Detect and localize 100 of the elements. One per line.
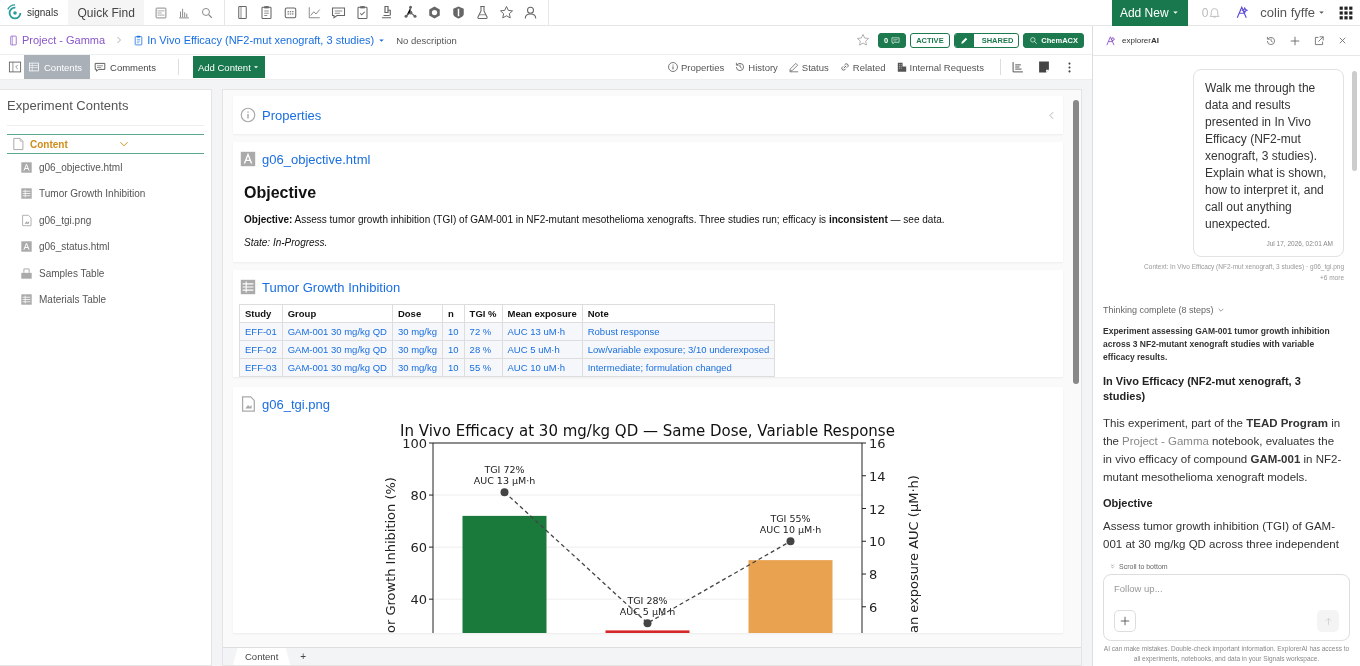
- add-content-button[interactable]: Add Content: [192, 56, 265, 78]
- notebook-link[interactable]: Project - Gamma: [1122, 435, 1209, 447]
- toolbar-action[interactable]: Properties: [666, 61, 725, 73]
- experiment-icon: [133, 34, 145, 46]
- user-menu[interactable]: colin fyffe: [1256, 5, 1330, 20]
- apps-grid-icon[interactable]: [1338, 4, 1354, 21]
- scrollbar-thumb[interactable]: [1352, 71, 1357, 171]
- column-header: Dose: [392, 304, 443, 323]
- search-icon: [1029, 35, 1039, 45]
- thinking-toggle[interactable]: Thinking complete (8 steps): [1103, 305, 1344, 315]
- scrollbar-thumb[interactable]: [1073, 100, 1079, 384]
- data-point: [643, 619, 652, 628]
- sidebar-item[interactable]: Materials Table: [7, 286, 204, 313]
- axis-tick-label: 6: [869, 599, 878, 615]
- list-icon[interactable]: [1011, 60, 1025, 74]
- clipboard-icon[interactable]: [259, 5, 275, 20]
- sidebar-item[interactable]: g06_objective.html: [7, 154, 204, 181]
- ai-icon[interactable]: [1235, 5, 1251, 20]
- info-icon: [239, 106, 257, 124]
- add-tab-button[interactable]: +: [296, 648, 311, 665]
- ai-logo-icon: [1105, 34, 1117, 47]
- plus-icon[interactable]: [1289, 34, 1301, 47]
- pen-icon: [787, 61, 800, 73]
- document-icon: [11, 137, 25, 151]
- data-label: TGI 28% AUC 5 µM·h: [619, 595, 676, 618]
- data-point: [786, 537, 795, 546]
- image-file-icon: [20, 213, 33, 227]
- clipboard-icon[interactable]: [355, 5, 371, 20]
- axis-tick-label: 40: [410, 592, 427, 608]
- text-file-icon: [20, 240, 33, 254]
- flask-icon[interactable]: [475, 5, 491, 20]
- quick-find-button[interactable]: Quick Find: [68, 0, 145, 25]
- column-header: n: [442, 304, 465, 323]
- column-header: Group: [282, 304, 393, 323]
- chevron-down-icon: [1216, 306, 1225, 314]
- star-icon[interactable]: [855, 33, 870, 47]
- double-chevron-down-icon: [1109, 563, 1116, 570]
- toolbar-action[interactable]: Related: [838, 61, 886, 73]
- hexagon-icon[interactable]: [427, 5, 443, 20]
- project-link[interactable]: Project - Gamma: [22, 34, 106, 46]
- sidebar-title: Experiment Contents: [7, 98, 204, 126]
- sidebar-item[interactable]: g06_status.html: [7, 233, 204, 260]
- axis-tick-label: 8: [869, 567, 878, 583]
- experiment-link[interactable]: In Vivo Efficacy (NF2-mut xenograft, 3 studies): [147, 34, 375, 46]
- axis-tick-label: 80: [410, 488, 427, 504]
- column-header: Note: [582, 304, 775, 323]
- star-icon[interactable]: [499, 5, 515, 20]
- axis-tick-label: 12: [869, 501, 886, 517]
- panel-toggle-icon[interactable]: [8, 60, 22, 74]
- response-paragraph: This experiment, part of the TEAD Program in the Project - Gamma notebook, evaluates the in vivo efficacy of compound GAM-001 in NF2-mutant mesothelioma xenograft models.: [1103, 416, 1343, 485]
- entry-title[interactable]: g06_tgi.png: [262, 396, 1057, 412]
- entry-title[interactable]: Tumor Growth Inhibition: [262, 279, 1057, 295]
- caret-icon: [251, 63, 260, 71]
- entry-title[interactable]: g06_objective.html: [262, 151, 1057, 167]
- objective-heading: Objective: [244, 184, 318, 202]
- axis-title: an exposure AUC (µM·h): [906, 475, 921, 633]
- calendar-icon[interactable]: [283, 5, 299, 20]
- app-name: signals: [27, 7, 59, 18]
- bottom-tab[interactable]: Content: [233, 648, 291, 665]
- data-label: TGI 72% AUC 13 µM·h: [473, 464, 536, 487]
- axis-tick-label: 14: [869, 468, 886, 484]
- history-icon[interactable]: [1265, 34, 1277, 47]
- toolbar-action[interactable]: Internal Requests: [895, 61, 984, 73]
- text-file-icon: [239, 150, 257, 168]
- toolbar-action[interactable]: History: [734, 61, 778, 73]
- data-point: [500, 488, 509, 497]
- toolbar-action[interactable]: Status: [787, 61, 829, 73]
- add-new-button[interactable]: Add New: [1111, 0, 1188, 26]
- network-icon[interactable]: [403, 5, 419, 20]
- notebook-icon: [8, 34, 19, 46]
- shield-icon[interactable]: [451, 5, 467, 20]
- column-header: TGI %: [464, 304, 503, 323]
- data-label: TGI 55% AUC 10 µM·h: [759, 513, 822, 536]
- search-icon[interactable]: [200, 5, 215, 20]
- note-icon[interactable]: [1037, 60, 1051, 74]
- dashboard-icon[interactable]: [154, 5, 169, 20]
- chat-bubble-icon: [891, 35, 901, 45]
- view-tab[interactable]: Comments: [90, 55, 164, 79]
- axis-tick-label: 10: [869, 534, 886, 550]
- chat-icon[interactable]: [331, 5, 347, 20]
- axis-title: or Growth Inhibition (%): [383, 477, 398, 633]
- sidebar-item[interactable]: Samples Table: [7, 260, 204, 287]
- logo-icon: [6, 3, 24, 22]
- attach-button[interactable]: [1114, 610, 1136, 632]
- info-icon: [666, 61, 679, 73]
- link-icon: [838, 61, 851, 73]
- objective-text: Objective: Assess tumor growth inhibition (TGI) of GAM-001 in NF2-mutant mesothelioma xenografts. Three studies run; efficacy is inconsistent — see data.: [244, 214, 946, 225]
- notification-count: 0: [1201, 5, 1209, 20]
- response-heading: In Vivo Efficacy (NF2-mut xenograft, 3 studies): [1103, 374, 1302, 404]
- image-file-icon: [239, 395, 257, 413]
- user-icon[interactable]: [523, 5, 539, 20]
- user-message: Walk me through the data and results presented in In Vivo Efficacy (NF2-mut xenograft, 3 studies). Explain what is shown, how to interpret it, and call out anything unexpected.: [1205, 80, 1328, 233]
- state-text: State: In-Progress.: [244, 237, 329, 248]
- pencil-icon: [959, 35, 969, 45]
- table-icon: [28, 61, 40, 73]
- sidebar-item[interactable]: g06_tgi.png: [7, 207, 204, 234]
- external-link-icon[interactable]: [1313, 34, 1325, 47]
- sidebar-item[interactable]: Tumor Growth Inhibition: [7, 180, 204, 207]
- column-header: Mean exposure: [502, 304, 583, 323]
- line-chart-icon[interactable]: [307, 5, 323, 20]
